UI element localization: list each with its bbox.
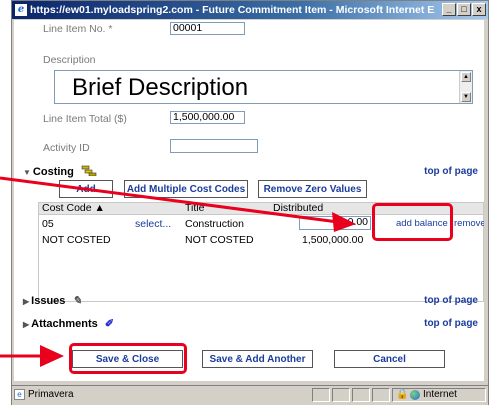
- annotation-arrows: [0, 176, 356, 367]
- annotation-arrow-line: [0, 176, 339, 224]
- annotation-arrowhead: [332, 212, 356, 232]
- annotation-arrowhead: [40, 345, 64, 367]
